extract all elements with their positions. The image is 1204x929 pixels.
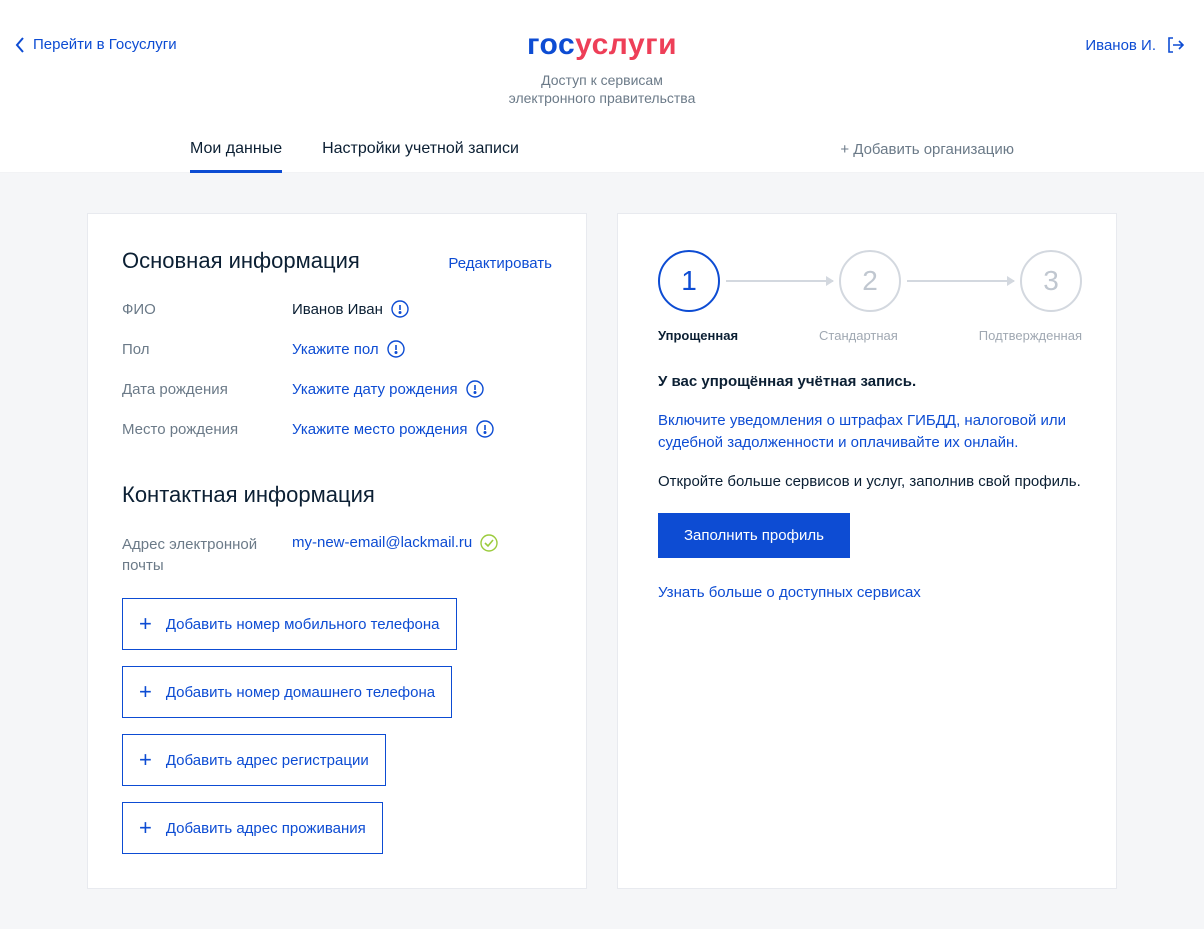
step-1-label: Упрощенная (658, 328, 738, 343)
back-label: Перейти в Госуслуги (33, 36, 177, 53)
contact-info-title: Контактная информация (122, 482, 552, 508)
plus-icon: + (139, 749, 152, 771)
pob-value-link[interactable]: Укажите место рождения (292, 421, 468, 438)
step-3-label: Подтвержденная (979, 328, 1082, 343)
add-organization-link[interactable]: + Добавить организацию (840, 141, 1014, 172)
add-registration-address-button[interactable]: + Добавить адрес регистрации (122, 734, 386, 786)
open-more-services-text: Откройте больше сервисов и услуг, заполн… (658, 471, 1082, 494)
tab-my-data[interactable]: Мои данные (190, 140, 282, 172)
enable-notifications-link[interactable]: Включите уведомления о штрафах ГИБДД, на… (658, 410, 1082, 455)
edit-basic-info-link[interactable]: Редактировать (448, 255, 552, 272)
dob-value-link[interactable]: Укажите дату рождения (292, 381, 458, 398)
plus-icon: + (139, 817, 152, 839)
add-residence-address-button[interactable]: + Добавить адрес проживания (122, 802, 383, 854)
gender-value-link[interactable]: Укажите пол (292, 341, 379, 358)
check-ok-icon (480, 534, 498, 552)
warning-icon (387, 340, 405, 358)
warning-icon (391, 300, 409, 318)
basic-info-title: Основная информация (122, 248, 360, 274)
email-value-link[interactable]: my-new-email@lackmail.ru (292, 534, 472, 551)
dob-label: Дата рождения (122, 381, 292, 398)
chevron-left-icon (15, 37, 25, 53)
add-mobile-phone-button[interactable]: + Добавить номер мобильного телефона (122, 598, 457, 650)
learn-more-link[interactable]: Узнать больше о доступных сервисах (658, 582, 1082, 605)
user-name: Иванов И. (1085, 37, 1156, 54)
warning-icon (466, 380, 484, 398)
email-label: Адрес электронной почты (122, 534, 292, 576)
step-1-circle: 1 (658, 250, 720, 312)
logo-subtitle-1: Доступ к сервисам (0, 72, 1204, 88)
warning-icon (476, 420, 494, 438)
logo-part1: гос (527, 28, 575, 61)
step-2-circle: 2 (839, 250, 901, 312)
gender-label: Пол (122, 341, 292, 358)
tab-account-settings[interactable]: Настройки учетной записи (322, 140, 519, 172)
step-arrow-icon (726, 280, 833, 282)
pob-label: Место рождения (122, 421, 292, 438)
step-3-circle: 3 (1020, 250, 1082, 312)
add-mobile-label: Добавить номер мобильного телефона (166, 616, 440, 633)
add-live-label: Добавить адрес проживания (166, 820, 366, 837)
account-level-steps: 1 2 3 (658, 250, 1082, 312)
plus-icon: + (139, 681, 152, 703)
user-menu[interactable]: Иванов И. (1085, 36, 1184, 54)
add-home-label: Добавить номер домашнего телефона (166, 684, 435, 701)
fio-value: Иванов Иван (292, 301, 383, 318)
step-arrow-icon (907, 280, 1014, 282)
logo-subtitle-2: электронного правительства (0, 90, 1204, 106)
account-status-text: У вас упрощённая учётная запись. (658, 371, 1082, 394)
logout-icon (1166, 36, 1184, 54)
gosuslugi-logo: госуслуги (527, 28, 677, 62)
add-reg-label: Добавить адрес регистрации (166, 752, 369, 769)
step-2-label: Стандартная (819, 328, 898, 343)
logo-part2: услуги (575, 28, 677, 61)
account-level-card: 1 2 3 Упрощенная Стандартная Подтвержден… (617, 213, 1117, 889)
fill-profile-button[interactable]: Заполнить профиль (658, 513, 850, 558)
fio-label: ФИО (122, 301, 292, 318)
back-to-gosuslugi-link[interactable]: Перейти в Госуслуги (15, 36, 177, 53)
personal-info-card: Основная информация Редактировать ФИО Ив… (87, 213, 587, 889)
plus-icon: + (139, 613, 152, 635)
add-home-phone-button[interactable]: + Добавить номер домашнего телефона (122, 666, 452, 718)
